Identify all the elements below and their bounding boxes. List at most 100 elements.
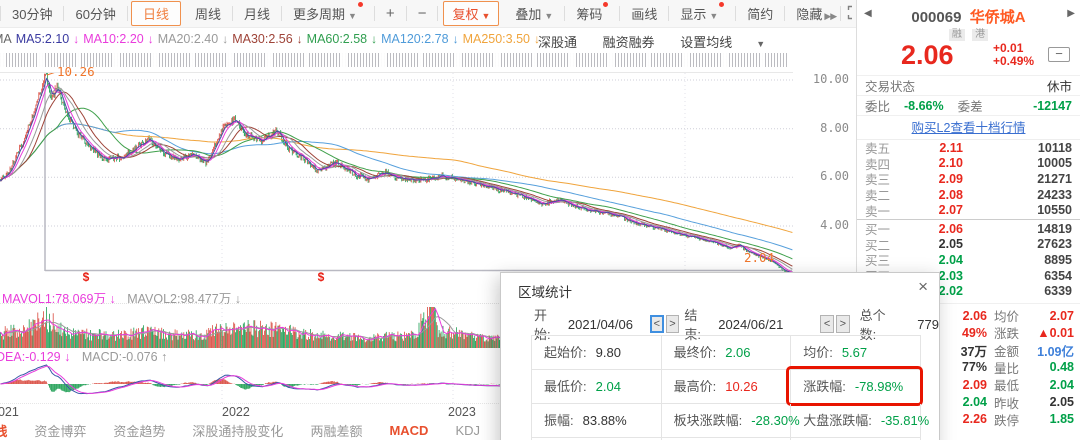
margin-trading-link[interactable]: 融资融券 [603,35,655,50]
dialog-grid-row-3: 振幅:83.88%板块涨跌幅:-28.30%大盘涨跌幅:-35.81% [532,404,921,438]
dialog-stat-value: 10.26 [725,379,758,394]
tab-两融差额[interactable]: 两融差额 [310,421,362,440]
collapse-panel-button[interactable]: − [1048,47,1070,62]
year-label: 2022 [222,405,250,419]
divider [437,6,438,21]
shenzhen-connect-link[interactable]: 深股通 [538,35,577,50]
chevron-down-icon: ▼ [348,11,357,21]
display-dropdown[interactable]: 显示▼ [669,4,735,23]
stock-app-window: 30分钟60分钟日线周线月线更多周期▼ + − 复权▼ 叠加▼ 筹码 画线 显示… [0,0,1080,440]
ma-prefix: MA [0,32,12,46]
tab-MACD[interactable]: MACD [389,423,428,438]
next-stock-arrow[interactable]: ▶ [1067,8,1075,19]
event-marker-strip [0,53,788,67]
ma-value-4: MA30:2.56 [232,32,292,46]
dialog-stat-value: 9.80 [596,345,621,360]
prev-stock-arrow[interactable]: ◀ [864,8,872,19]
ma-value-7: MA250:3.50 [463,32,530,46]
stat-value: 2.04 [1036,378,1080,392]
order-price: 2.05 [899,237,963,251]
stat-label: 涨跌 [994,323,1036,342]
order-volume: 10550 [963,203,1072,217]
period-button-1[interactable]: 30分钟 [1,4,63,23]
tab-KDJ[interactable]: KDJ [455,423,480,438]
ma-value-2: MA10:2.20 [83,32,143,46]
dialog-stat-label: 振幅: [544,413,574,428]
stat-value: 2.07 [1036,309,1080,323]
chevron-down-icon: ▼ [481,11,490,21]
period-button-2[interactable]: 60分钟 [64,4,126,23]
zoom-out-button[interactable]: − [407,5,438,22]
hide-panel-button[interactable]: 隐藏▶▶ [785,4,840,23]
year-label: 2023 [448,405,476,419]
dialog-stat-cell: 最终价:2.06 [662,336,792,370]
period-button-4[interactable]: 周线 [184,4,232,23]
stat-label: 跌停 [994,410,1036,429]
kline-chart[interactable] [0,72,793,272]
order-row-sell-5[interactable]: 卖一2.0710550 [857,202,1080,218]
end-next-button[interactable]: > [836,315,850,333]
order-price: 2.06 [899,222,963,236]
end-date: 2024/06/21 [718,317,798,332]
dialog-stat-value: 5.67 [842,345,867,360]
price-block: 2.06 +0.01 +0.49% − [857,39,1080,75]
dialog-stat-cell: 起始价:9.80 [532,336,662,370]
dialog-stat-value: -35.81% [881,413,929,428]
order-volume: 24233 [963,188,1072,202]
chips-button[interactable]: 筹码 [565,4,619,23]
axis-tick: 6.00 [820,169,849,183]
order-volume: 6339 [963,284,1072,298]
order-volume: 6354 [963,269,1072,283]
stat-label: 量比 [994,358,1036,377]
tab-K线[interactable]: K线 [0,421,7,440]
order-price: 2.10 [899,156,963,170]
order-volume: 27623 [963,237,1072,251]
simple-mode-button[interactable]: 简约 [736,4,784,23]
axis-tick: 10.00 [813,72,849,86]
order-price: 2.11 [899,141,963,155]
year-label: 2021 [0,405,19,419]
price-axis: 10.00 8.00 6.00 4.00 [795,72,853,272]
dialog-grid-row-1: 起始价:9.80最终价:2.06均价:5.67 [532,336,921,370]
adjust-price-dropdown[interactable]: 复权▼ [443,1,499,26]
ma-value-3: MA20:2.40 [158,32,218,46]
order-price: 2.04 [899,253,963,267]
zoom-in-button[interactable]: + [375,5,406,22]
tab-资金博弈[interactable]: 资金博弈 [34,421,86,440]
dialog-stat-value: 2.04 [596,379,621,394]
l2-purchase-link[interactable]: 购买L2查看十档行情 [857,115,1080,139]
dialog-title: 区域统计 [518,281,572,301]
order-volume: 10118 [963,141,1072,155]
dialog-stats-grid: 起始价:9.80最终价:2.06均价:5.67最低价:2.04最高价:10.26… [531,335,921,440]
price-change: +0.01 +0.49% [993,42,1034,68]
end-prev-button[interactable]: < [820,315,834,333]
period-button-6[interactable]: 更多周期▼ [282,4,374,23]
ma-legend-row: MAMA5:2.10↓MA10:2.20↓MA20:2.40↓MA30:2.56… [0,29,856,50]
draw-line-button[interactable]: 画线 [620,4,668,23]
stat-value: 0.48 [1036,360,1080,374]
stock-header: ◀ 000069 华侨城A ▶ [857,0,1080,26]
order-price: 2.07 [899,203,963,217]
down-arrow-icon: ↓ [453,32,459,46]
stat-value: 1.09亿 [1036,341,1080,360]
bar-count: 779 [917,317,939,332]
ma-settings-dropdown[interactable]: 设置均线▼ [680,35,787,50]
chevron-down-icon: ▼ [544,11,553,21]
overlay-dropdown[interactable]: 叠加▼ [504,4,564,23]
period-button-3[interactable]: 日线 [131,1,181,26]
stat-value: ▲0.01 [1036,326,1080,340]
dialog-grid-row-2: 最低价:2.04最高价:10.26涨跌幅:-78.98% [532,370,921,404]
period-button-5[interactable]: 月线 [233,4,281,23]
ma-value-1: MA5:2.10 [16,32,70,46]
tab-资金趋势[interactable]: 资金趋势 [113,421,165,440]
divider [840,6,841,21]
double-arrow-icon: ▶▶ [824,11,836,21]
dialog-stat-label: 大盘涨跌幅: [803,413,872,428]
chart-links: 深股通 融资融券 设置均线▼ [538,32,809,50]
start-next-button[interactable]: > [666,315,680,333]
tab-深股通持股变化[interactable]: 深股通持股变化 [192,421,283,440]
last-price: 2.06 [901,40,954,71]
start-date: 2021/04/06 [568,317,648,332]
close-icon[interactable]: × [918,277,928,297]
start-prev-button[interactable]: < [650,315,664,333]
